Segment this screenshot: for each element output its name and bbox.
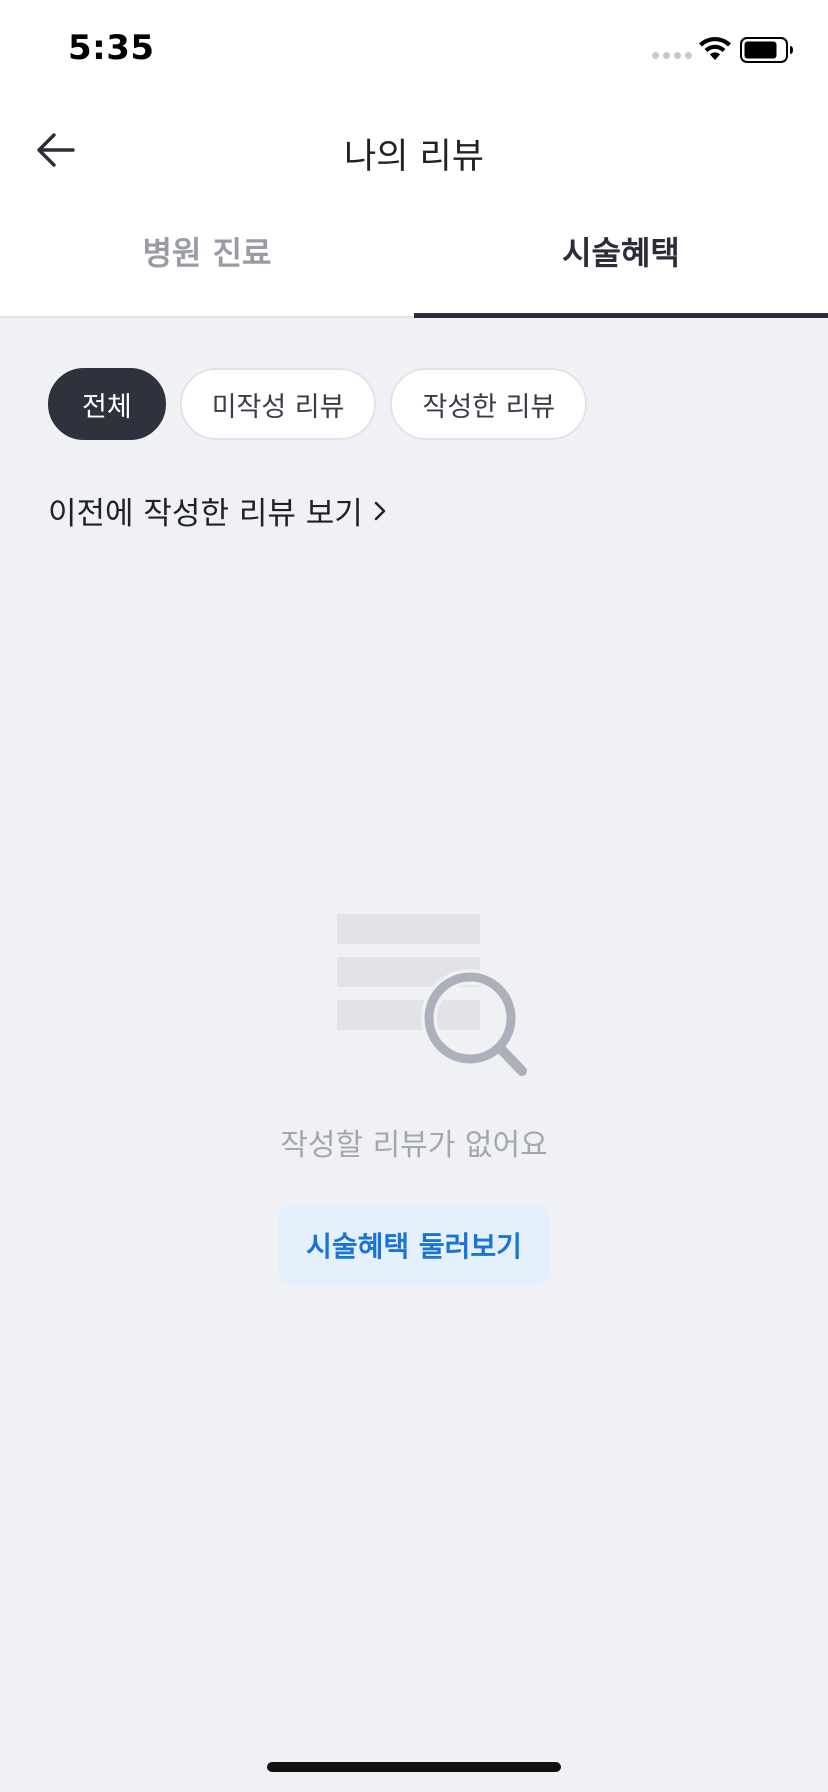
wifi-icon [699, 37, 731, 60]
page-title: 나의 리뷰 [344, 137, 484, 177]
chevron-right-icon [374, 501, 385, 520]
screen: 5:35 나의 리뷰 병원 진료 시술혜택 전체 미작성 리뷰 작성한 리뷰 이… [0, 0, 828, 1792]
filter-chips: 전체 미작성 리뷰 작성한 리뷰 [48, 368, 588, 440]
previous-reviews-label: 이전에 작성한 리뷰 보기 [48, 496, 363, 532]
home-indicator[interactable] [267, 1762, 561, 1772]
document-search-icon [337, 914, 527, 1076]
tab-bar: 병원 진료 시술혜택 [0, 200, 828, 318]
filter-chip-written[interactable]: 작성한 리뷰 [390, 368, 588, 440]
navigation-header: 나의 리뷰 [0, 100, 828, 200]
status-time: 5:35 [68, 28, 155, 68]
filter-chip-unwritten[interactable]: 미작성 리뷰 [179, 368, 377, 440]
tab-procedure-benefits[interactable]: 시술혜택 [414, 200, 828, 318]
cellular-signal-icon [652, 52, 692, 59]
battery-icon [740, 37, 793, 63]
browse-procedures-button[interactable]: 시술혜택 둘러보기 [278, 1205, 550, 1285]
empty-state-message: 작성할 리뷰가 없어요 [280, 1128, 548, 1163]
status-bar: 5:35 [0, 0, 828, 100]
previous-reviews-link[interactable]: 이전에 작성한 리뷰 보기 [48, 488, 387, 533]
filter-chip-all[interactable]: 전체 [48, 368, 166, 440]
tab-hospital-treatment[interactable]: 병원 진료 [0, 200, 414, 316]
